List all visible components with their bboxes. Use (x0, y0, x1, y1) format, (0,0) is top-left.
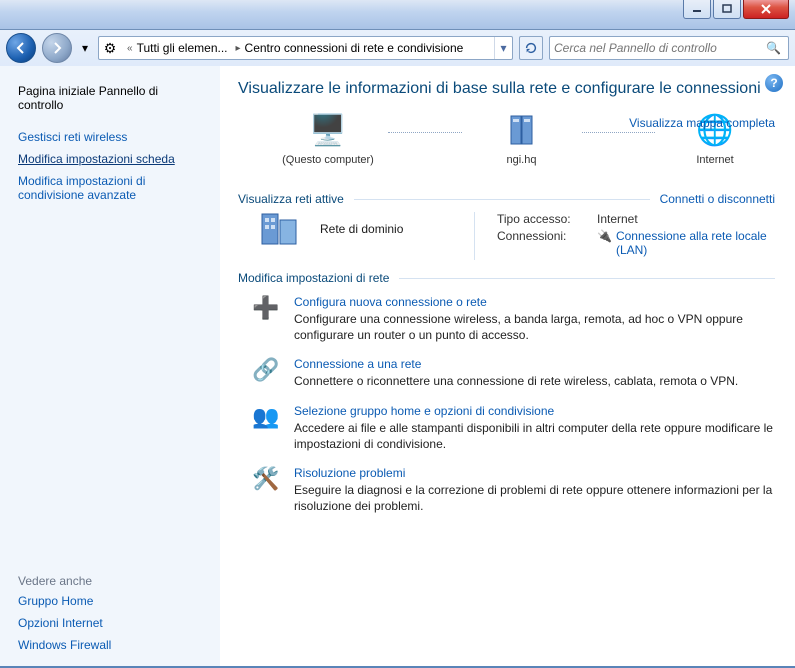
task-connect-network[interactable]: 🔗 Connessione a una rete Connettere o ric… (252, 357, 775, 389)
network-name: Rete di dominio (320, 212, 460, 236)
page-title: Visualizzare le informazioni di base sul… (238, 80, 775, 98)
sidebar: Pagina iniziale Pannello di controllo Ge… (0, 66, 220, 666)
task-desc: Configurare una connessione wireless, a … (294, 311, 775, 343)
breadcrumb[interactable]: ⚙ « Tutti gli elemen... ▸ Centro conness… (98, 36, 513, 60)
map-connector (388, 132, 462, 133)
network-building-icon (258, 212, 306, 261)
task-desc: Connettere o riconnettere una connession… (294, 373, 775, 389)
connection-value: Connessione alla rete locale (LAN) (616, 229, 775, 257)
connection-link[interactable]: 🔌 Connessione alla rete locale (LAN) (597, 229, 775, 257)
homegroup-icon: 👥 (252, 404, 280, 430)
minimize-button[interactable] (683, 0, 711, 19)
back-button[interactable] (6, 33, 36, 63)
map-label: Internet (696, 154, 733, 182)
active-networks-section: Visualizza reti attive Connetti o discon… (238, 192, 775, 261)
map-node-gateway: ngi.hq (462, 108, 582, 182)
section-title: Visualizza reti attive (238, 192, 344, 206)
sidebar-item-advanced-sharing[interactable]: Modifica impostazioni di condivisione av… (18, 170, 206, 206)
refresh-button[interactable] (519, 36, 543, 60)
task-title[interactable]: Risoluzione problemi (294, 466, 775, 480)
access-label: Tipo accesso: (497, 212, 597, 226)
active-network: Rete di dominio Tipo accesso:Internet Co… (258, 212, 775, 261)
sidebar-item-adapter-settings[interactable]: Modifica impostazioni scheda (18, 148, 206, 170)
map-label: ngi.hq (507, 154, 537, 182)
navbar: ▾ ⚙ « Tutti gli elemen... ▸ Centro conne… (0, 30, 795, 66)
connections-label: Connessioni: (497, 229, 597, 257)
troubleshoot-icon: 🛠️ (252, 466, 280, 492)
main-panel: ? Visualizzare le informazioni di base s… (220, 66, 795, 666)
server-icon (507, 108, 537, 152)
breadcrumb-prefix: « (121, 43, 135, 54)
breadcrumb-item[interactable]: Centro connessioni di rete e condivision… (243, 41, 466, 55)
task-desc: Eseguire la diagnosi e la correzione di … (294, 482, 775, 514)
globe-icon: 🌐 (696, 108, 733, 152)
lan-icon: 🔌 (597, 229, 612, 243)
task-title[interactable]: Configura nuova connessione o rete (294, 295, 775, 309)
titlebar (0, 0, 795, 30)
search-input[interactable] (554, 41, 766, 55)
task-homegroup[interactable]: 👥 Selezione gruppo home e opzioni di con… (252, 404, 775, 452)
map-label: (Questo computer) (282, 154, 374, 182)
sidebar-item-wireless[interactable]: Gestisci reti wireless (18, 126, 206, 148)
see-also-header: Vedere anche (18, 574, 206, 588)
forward-button[interactable] (42, 33, 72, 63)
chevron-right-icon: ▸ (230, 43, 243, 54)
task-desc: Accedere ai file e alle stampanti dispon… (294, 420, 775, 452)
sidebar-seealso-homegroup[interactable]: Gruppo Home (18, 590, 206, 612)
help-icon[interactable]: ? (765, 74, 783, 92)
maximize-button[interactable] (713, 0, 741, 19)
sidebar-home[interactable]: Pagina iniziale Pannello di controllo (18, 80, 206, 116)
search-icon[interactable]: 🔍 (766, 41, 784, 55)
history-dropdown[interactable]: ▾ (78, 34, 92, 62)
control-panel-icon: ⚙ (99, 40, 121, 57)
sidebar-seealso-firewall[interactable]: Windows Firewall (18, 634, 206, 656)
section-title: Modifica impostazioni di rete (238, 271, 389, 285)
network-settings-section: Modifica impostazioni di rete ➕ Configur… (238, 271, 775, 514)
full-map-link[interactable]: Visualizza mappa completa (629, 116, 775, 130)
task-new-connection[interactable]: ➕ Configura nuova connessione o rete Conf… (252, 295, 775, 343)
close-button[interactable] (743, 0, 789, 19)
client-area: Pagina iniziale Pannello di controllo Ge… (0, 66, 795, 666)
task-list: ➕ Configura nuova connessione o rete Conf… (238, 295, 775, 514)
search-box[interactable]: 🔍 (549, 36, 789, 60)
computer-icon: 🖥️ (309, 108, 346, 152)
connect-network-icon: 🔗 (252, 357, 280, 383)
network-details: Tipo accesso:Internet Connessioni:🔌 Conne… (474, 212, 775, 260)
new-connection-icon: ➕ (252, 295, 280, 321)
breadcrumb-dropdown[interactable]: ▾ (494, 37, 512, 59)
connect-disconnect-link[interactable]: Connetti o disconnetti (660, 192, 775, 206)
sidebar-seealso-internet-options[interactable]: Opzioni Internet (18, 612, 206, 634)
map-node-computer: 🖥️ (Questo computer) (268, 108, 388, 182)
task-troubleshoot[interactable]: 🛠️ Risoluzione problemi Eseguire la diagn… (252, 466, 775, 514)
task-title[interactable]: Connessione a una rete (294, 357, 775, 371)
map-connector (582, 132, 656, 133)
access-value: Internet (597, 212, 775, 226)
task-title[interactable]: Selezione gruppo home e opzioni di condi… (294, 404, 775, 418)
breadcrumb-item[interactable]: Tutti gli elemen... (135, 41, 230, 55)
